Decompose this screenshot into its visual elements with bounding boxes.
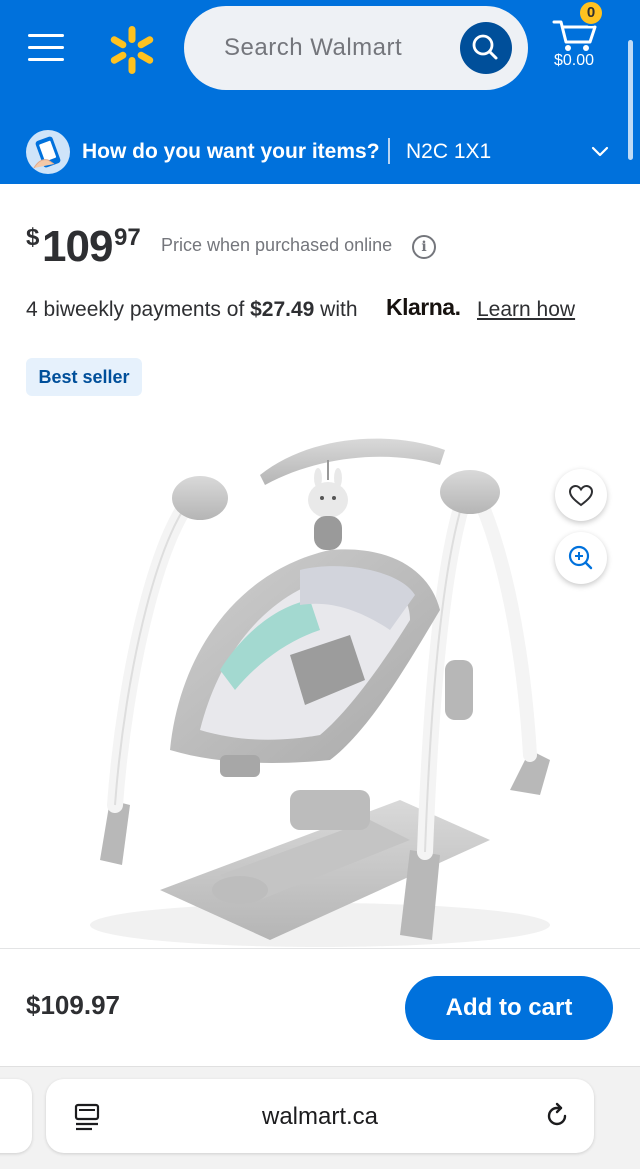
search-input[interactable]: Search Walmart [224, 34, 402, 62]
price-currency: $ [26, 224, 40, 251]
installments-text: 4 biweekly payments of $27.49 with [26, 298, 358, 322]
search-bar[interactable]: Search Walmart [184, 6, 528, 90]
favorite-button[interactable] [555, 469, 607, 521]
installments-prefix: 4 biweekly payments of [26, 298, 251, 321]
zoom-in-icon [568, 545, 593, 570]
delivery-options-bar[interactable]: How do you want your items? N2C 1X1 [0, 120, 640, 184]
klarna-logo: Klarna. [386, 294, 461, 320]
learn-how-link[interactable]: Learn how [477, 298, 575, 322]
search-icon [472, 34, 498, 60]
menu-button[interactable] [28, 30, 64, 62]
cart-total: $0.00 [554, 52, 595, 69]
add-to-cart-button[interactable]: Add to cart [405, 976, 613, 1040]
zoom-button[interactable] [555, 532, 607, 584]
browser-toolbar: walmart.ca [0, 1066, 640, 1169]
price-cents: 97 [114, 224, 141, 251]
previous-tab[interactable] [0, 1079, 32, 1153]
installment-amount: $27.49 [250, 298, 315, 321]
page-scrollbar[interactable] [628, 40, 633, 160]
price-dollars: 109 [42, 222, 113, 271]
product-image[interactable] [70, 420, 570, 950]
postal-code: N2C 1X1 [406, 140, 492, 163]
chevron-down-icon[interactable] [590, 142, 610, 162]
delivery-question: How do you want your items? [82, 140, 380, 163]
menu-icon-bar [28, 46, 64, 49]
footer-price: $109.97 [26, 990, 120, 1020]
price-note: Price when purchased online [161, 235, 393, 255]
url-text: walmart.ca [261, 1103, 379, 1130]
walmart-spark-icon[interactable] [106, 24, 158, 76]
menu-icon-bar [28, 58, 64, 61]
menu-icon-bar [28, 34, 64, 37]
reload-icon[interactable] [542, 1101, 572, 1131]
installments-suffix: with [314, 298, 358, 321]
heart-icon [568, 484, 594, 507]
top-header: Search Walmart 0 $0.00 [0, 0, 640, 120]
search-button[interactable] [460, 22, 512, 74]
cart-count-badge: 0 [578, 0, 604, 26]
best-seller-badge: Best seller [26, 358, 142, 396]
divider [388, 138, 390, 164]
address-bar[interactable]: walmart.ca [46, 1079, 594, 1153]
divider [0, 948, 640, 949]
info-icon[interactable]: i [412, 235, 436, 259]
delivery-phone-icon [26, 130, 70, 174]
